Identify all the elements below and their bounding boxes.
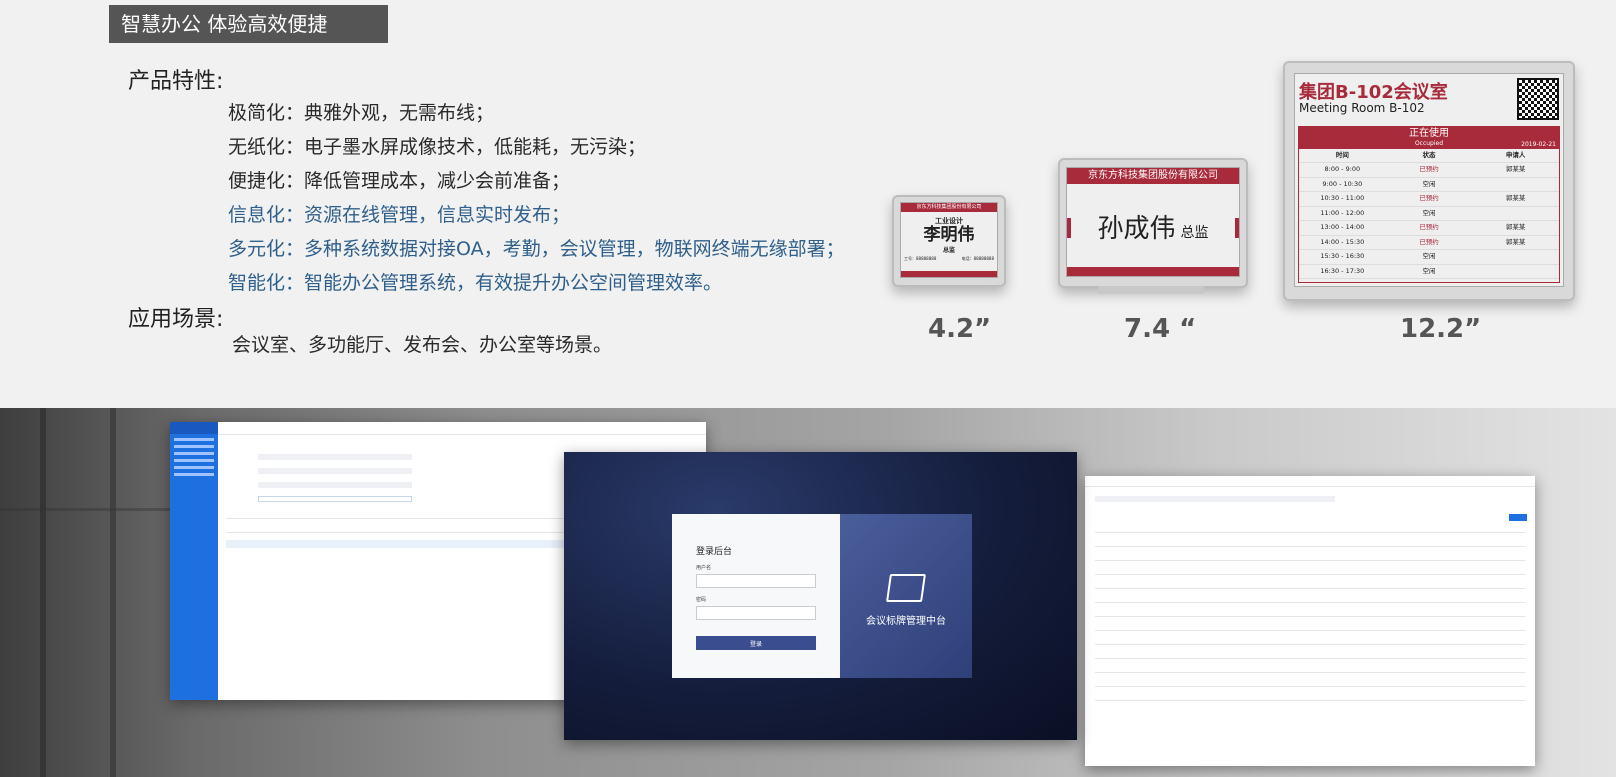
platform-name: 会议标牌管理中台 [866, 616, 946, 627]
schedule-cell: 已预约 [1419, 237, 1439, 246]
schedule-cell [1472, 250, 1559, 264]
schedule-row: 11:00 - 12:00 空闲 [1299, 207, 1559, 221]
schedule-cell: 郭某某 [1505, 223, 1526, 231]
schedule-row: 9:00 - 10:30 空闲 [1299, 178, 1559, 192]
schedule-cell: 13:00 - 14:00 [1320, 223, 1365, 231]
size-label-medium: 7.4 “ [1124, 314, 1197, 344]
device-medium: 京东方科技集团股份有限公司 孙成伟 总监 [1058, 158, 1248, 288]
schedule-header-row: 时间 状态 申请人 [1299, 149, 1559, 163]
schedule-header-cell: 申请人 [1505, 151, 1526, 159]
schedule-cell: 15:30 - 16:30 [1320, 252, 1365, 260]
office-background: 登录后台 用户名 密码 登录 会议标牌管理中台 [0, 408, 1616, 777]
scenes-heading: 应用场景: [128, 307, 224, 332]
admin-sidebar [170, 422, 218, 700]
schedule-row: 10:30 - 11:00 已预约 郭某某 [1299, 192, 1559, 207]
password-label: 密码 [696, 597, 707, 603]
small-id: 工号：88888888 [904, 256, 937, 261]
schedule-cell: 空闲 [1422, 208, 1436, 217]
size-label-small: 4.2” [928, 314, 992, 344]
device-large: 集团B-102会议室 Meeting Room B-102 正在使用 Occup… [1283, 61, 1575, 301]
medium-name: 孙成伟 [1097, 214, 1176, 244]
signage-icon [886, 574, 926, 602]
medium-title: 总监 [1180, 225, 1209, 241]
login-card: 登录后台 用户名 密码 登录 会议标牌管理中台 [672, 514, 972, 678]
schedule-cell: 郭某某 [1505, 165, 1526, 173]
schedule-cell: 郭某某 [1505, 194, 1526, 202]
schedule-cell [1472, 265, 1559, 279]
banner-title: 智慧办公 体验高效便捷 [109, 5, 388, 43]
medium-company: 京东方科技集团股份有限公司 [1067, 168, 1239, 184]
schedule-cell [1472, 178, 1559, 192]
schedule-cell: 空闲 [1422, 266, 1436, 275]
feature-item: 多元化：多种系统数据对接OA，考勤，会议管理，物联网终端无缘部署； [228, 238, 845, 260]
device-small: 京东方科技集团股份有限公司 工业设计 李明伟 总监 工号：88888888 电话… [892, 195, 1006, 287]
schedule-row: 14:00 - 15:30 已预约 郭某某 [1299, 236, 1559, 250]
login-title: 登录后台 [696, 547, 733, 557]
schedule-cell: 11:00 - 12:00 [1320, 208, 1365, 217]
size-label-large: 12.2” [1400, 314, 1482, 344]
schedule-row: 16:30 - 17:30 空闲 [1299, 265, 1559, 279]
schedule-cell: 9:00 - 10:30 [1322, 179, 1363, 188]
schedule-cell: 郭某某 [1505, 237, 1526, 246]
schedule-cell: 已预约 [1419, 165, 1439, 173]
admin-window-right [1085, 476, 1535, 766]
schedule-cell: 10:30 - 11:00 [1320, 194, 1365, 202]
schedule-row: 13:00 - 14:00 已预约 郭某某 [1299, 221, 1559, 236]
feature-item: 无纸化：电子墨水屏成像技术，低能耗，无污染； [228, 136, 647, 158]
schedule-cell: 16:30 - 17:30 [1320, 266, 1365, 275]
large-status-en: Occupied [1414, 140, 1444, 147]
small-name: 李明伟 [923, 225, 975, 245]
login-button[interactable]: 登录 [696, 636, 816, 650]
username-input[interactable] [696, 574, 816, 588]
feature-item: 便捷化：降低管理成本，减少会前准备； [228, 170, 571, 192]
feature-item: 信息化：资源在线管理，信息实时发布； [228, 204, 571, 226]
small-phone: 电话：88888888 [961, 256, 994, 261]
schedule-row: 15:30 - 16:30 空闲 [1299, 250, 1559, 265]
username-label: 用户名 [696, 565, 712, 571]
qr-code-icon [1517, 78, 1559, 120]
small-title: 总监 [942, 247, 955, 254]
schedule-cell: 空闲 [1422, 179, 1436, 188]
schedule-cell: 空闲 [1422, 252, 1436, 260]
schedule-header-cell: 状态 [1422, 151, 1436, 159]
schedule-row: 8:00 - 9:00 已预约 郭某某 [1299, 163, 1559, 178]
schedule-cell: 已预约 [1419, 223, 1439, 231]
login-promo-panel: 会议标牌管理中台 [840, 514, 972, 678]
feature-item: 智能化：智能办公管理系统，有效提升办公空间管理效率。 [228, 272, 723, 294]
features-heading: 产品特性: [128, 69, 224, 94]
schedule-cell: 14:00 - 15:30 [1320, 237, 1365, 246]
schedule-header-cell: 时间 [1335, 151, 1349, 159]
schedule-cell [1472, 207, 1559, 221]
feature-item: 极简化：典雅外观，无需布线； [228, 102, 495, 124]
small-company: 京东方科技集团股份有限公司 [901, 203, 997, 212]
password-input[interactable] [696, 606, 816, 620]
scenes-text: 会议室、多功能厅、发布会、办公室等场景。 [232, 334, 613, 356]
large-status: 正在使用 [1409, 128, 1449, 139]
large-room-en: Meeting Room B-102 [1299, 101, 1425, 115]
schedule-table: 时间 状态 申请人 8:00 - 9:00 已预约 郭某某 9:00 - 10:30 空闲 10… [1299, 149, 1559, 279]
medium-stand [1098, 286, 1204, 294]
schedule-cell: 已预约 [1419, 194, 1439, 202]
schedule-cell: 8:00 - 9:00 [1324, 165, 1361, 173]
login-window: 登录后台 用户名 密码 登录 会议标牌管理中台 [564, 452, 1077, 740]
large-date: 2019-02-21 [1521, 141, 1556, 148]
